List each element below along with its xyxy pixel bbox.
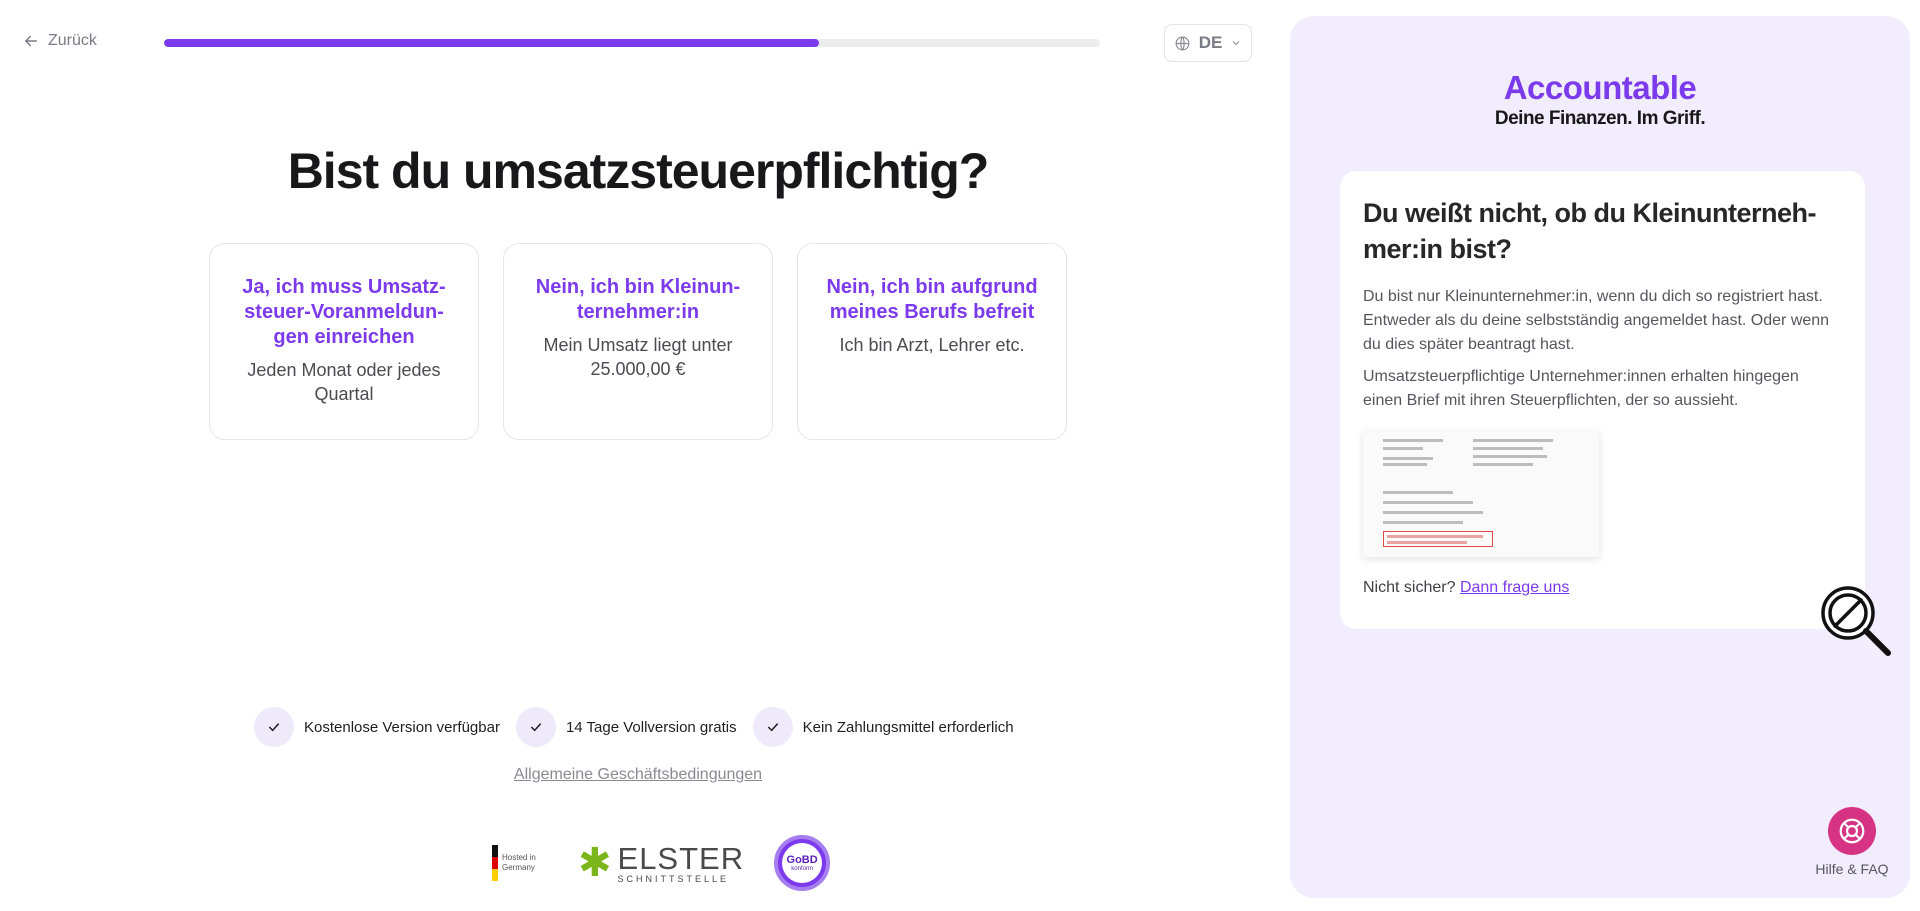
german-flag-icon xyxy=(492,845,498,881)
unsure-line: Nicht sicher? Dann frage uns xyxy=(1363,579,1842,597)
globe-icon xyxy=(1175,36,1190,50)
page-title: Bist du umsatzsteuerpflichtig? xyxy=(287,143,990,199)
perks-list: Kostenlose Version verfügbar 14 Tage Vol… xyxy=(254,707,1030,747)
language-selector[interactable]: DE xyxy=(1164,24,1252,62)
option-profession-exempt[interactable]: Nein, ich bin aufgrund meines Berufs bef… xyxy=(797,243,1067,440)
brand-logo: Accountable Deine Finanzen. Im Griff. xyxy=(1290,70,1910,130)
answer-options: Ja, ich muss Umsatz-steuer-Voranmeldun-g… xyxy=(209,243,1067,440)
lifebuoy-icon xyxy=(1828,807,1876,855)
terms-link[interactable]: Allgemeine Geschäftsbedingungen xyxy=(0,766,1276,784)
perk-item: Kostenlose Version verfügbar xyxy=(254,707,500,747)
perk-item: Kein Zahlungsmittel erforderlich xyxy=(752,707,1014,747)
check-icon xyxy=(254,707,294,747)
gobd-badge: GoBD konform xyxy=(774,835,831,891)
perk-label: 14 Tage Vollversion gratis xyxy=(565,718,737,736)
check-icon xyxy=(752,707,793,747)
trust-badges: Hosted in Germany ✱ ELSTER SCHNITTSTELLE… xyxy=(492,835,831,891)
option-subtitle: Ich bin Arzt, Lehrer etc. xyxy=(839,335,1025,355)
option-title: Nein, ich bin Kleinun-ternehmer:in xyxy=(535,276,741,323)
info-title: Du weißt nicht, ob du Kleinunterneh-mer:… xyxy=(1363,198,1816,264)
option-title: Ja, ich muss Umsatz-steuer-Voranmeldun-g… xyxy=(242,276,446,348)
check-icon xyxy=(515,707,556,747)
progress-bar xyxy=(164,39,1100,47)
arrow-left-icon xyxy=(25,35,37,47)
elster-subtitle: SCHNITTSTELLE xyxy=(617,873,730,884)
option-subtitle: Mein Umsatz liegt unter 25.000,00 € xyxy=(543,335,733,379)
perk-label: Kostenlose Version verfügbar xyxy=(304,718,500,736)
progress-fill xyxy=(164,39,820,47)
brand-name: Accountable xyxy=(1503,69,1697,106)
info-panel: Accountable Deine Finanzen. Im Griff. Du… xyxy=(1290,16,1910,898)
magnifier-icon xyxy=(1821,586,1891,656)
option-subtitle: Jeden Monat oder jedes Quartal xyxy=(247,360,441,404)
back-button[interactable]: Zurück xyxy=(22,32,97,50)
elster-badge: ✱ ELSTER SCHNITTSTELLE xyxy=(578,843,744,884)
info-card: Du weißt nicht, ob du Kleinunterneh-mer:… xyxy=(1340,171,1865,629)
unsure-text: Nicht sicher? xyxy=(1363,579,1456,596)
help-faq-button[interactable]: Hilfe & FAQ xyxy=(1806,807,1898,877)
gobd-subtitle: konform xyxy=(791,866,813,872)
info-paragraph: Umsatzsteuerpflichtige Unternehmer:innen… xyxy=(1363,368,1799,409)
option-small-business[interactable]: Nein, ich bin Kleinun-ternehmer:in Mein … xyxy=(503,243,773,440)
elster-star-icon: ✱ xyxy=(578,841,612,885)
option-vat-registered[interactable]: Ja, ich muss Umsatz-steuer-Voranmeldun-g… xyxy=(209,243,479,440)
gobd-name: GoBD xyxy=(786,854,818,866)
back-label: Zurück xyxy=(48,32,97,49)
chevron-down-icon xyxy=(1232,41,1240,46)
tax-letter-image xyxy=(1363,431,1599,557)
info-paragraph: Du bist nur Kleinunternehmer:in, wenn du… xyxy=(1363,288,1830,353)
perk-label: Kein Zahlungsmittel erforderlich xyxy=(802,718,1014,736)
brand-tagline: Deine Finanzen. Im Griff. xyxy=(1494,108,1706,129)
help-label: Hilfe & FAQ xyxy=(1815,861,1889,877)
hosted-in-germany-badge: Hosted in Germany xyxy=(492,845,548,881)
page: Zurück DE Bist du umsatzsteuerpflichtig?… xyxy=(0,0,1920,911)
elster-name: ELSTER xyxy=(617,840,745,876)
ask-us-link[interactable]: Dann frage uns xyxy=(1460,579,1569,596)
perk-item: 14 Tage Vollversion gratis xyxy=(515,707,737,747)
language-code: DE xyxy=(1198,33,1223,52)
option-title: Nein, ich bin aufgrund meines Berufs bef… xyxy=(826,276,1038,323)
hosted-text: Hosted in Germany xyxy=(502,853,536,872)
